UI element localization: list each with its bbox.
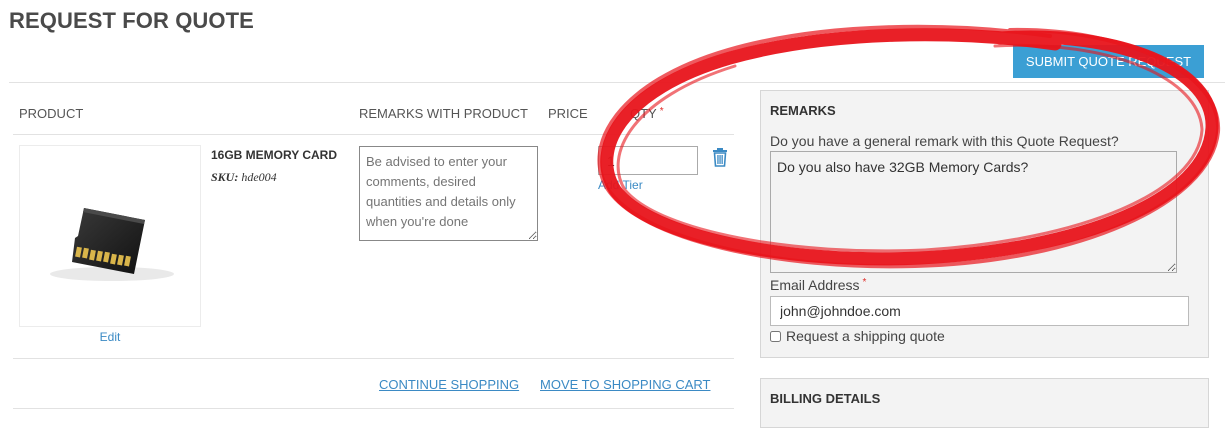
email-label-text: Email Address xyxy=(770,277,860,293)
shipping-quote-checkbox[interactable] xyxy=(770,331,781,342)
required-marker: * xyxy=(659,106,664,117)
general-remark-label: Do you have a general remark with this Q… xyxy=(770,133,1119,149)
qty-header-label: QTY xyxy=(630,106,657,121)
column-header-qty: QTY * xyxy=(630,106,664,121)
row-divider xyxy=(13,358,734,359)
column-header-product: PRODUCT xyxy=(19,106,84,121)
table-header-divider xyxy=(13,134,734,135)
page-title: REQUEST FOR QUOTE xyxy=(9,8,254,33)
sku-value: hde004 xyxy=(241,170,277,184)
email-label: Email Address * xyxy=(770,277,866,293)
billing-title: BILLING DETAILS xyxy=(770,391,881,406)
remarks-title: REMARKS xyxy=(770,103,836,118)
required-marker: * xyxy=(862,277,867,288)
add-tier-link[interactable]: Add Tier xyxy=(598,178,643,192)
header-divider xyxy=(9,82,1225,83)
product-remark-input[interactable] xyxy=(359,146,538,241)
column-header-remarks: REMARKS WITH PRODUCT xyxy=(359,106,528,121)
product-name[interactable]: 16GB MEMORY CARD xyxy=(211,148,337,162)
submit-quote-request-button[interactable]: SUBMIT QUOTE REQUEST xyxy=(1013,45,1204,78)
continue-shopping-link[interactable]: CONTINUE SHOPPING xyxy=(379,377,519,392)
product-sku: SKU: hde004 xyxy=(211,170,277,185)
edit-product-link[interactable]: Edit xyxy=(19,330,201,344)
memory-card-icon xyxy=(50,208,174,281)
general-remark-input[interactable]: Do you also have 32GB Memory Cards? xyxy=(770,151,1177,273)
qty-input[interactable] xyxy=(598,146,698,175)
column-header-price: PRICE xyxy=(548,106,588,121)
product-image[interactable] xyxy=(19,145,201,327)
footer-divider xyxy=(13,408,734,409)
trash-icon[interactable] xyxy=(711,147,729,167)
shipping-quote-label[interactable]: Request a shipping quote xyxy=(786,328,945,344)
sku-label: SKU: xyxy=(211,170,239,184)
move-to-cart-link[interactable]: MOVE TO SHOPPING CART xyxy=(540,377,710,392)
email-field[interactable] xyxy=(770,296,1189,326)
